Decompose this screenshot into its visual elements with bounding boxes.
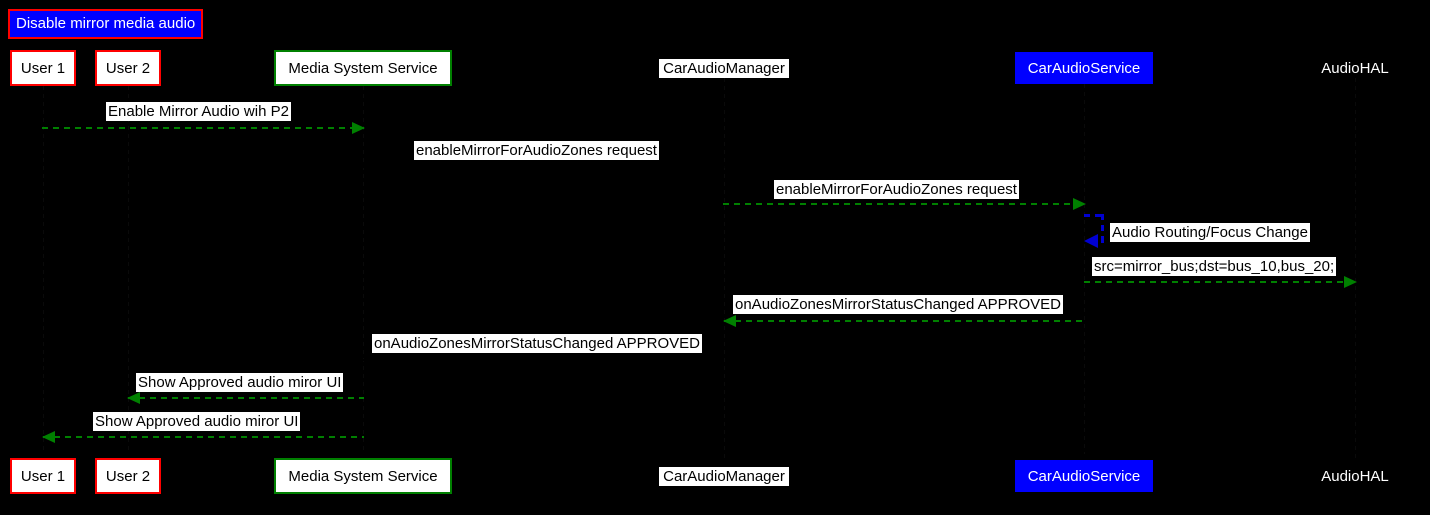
participant-audio-hal-top[interactable]: AudioHAL bbox=[1316, 59, 1394, 78]
lifeline-user1 bbox=[43, 86, 44, 452]
participant-user2-top[interactable]: User 2 bbox=[95, 50, 161, 86]
message-line bbox=[43, 436, 364, 438]
participant-label: CarAudioService bbox=[1027, 59, 1141, 77]
lifeline-audio-hal bbox=[1355, 78, 1356, 460]
arrowhead-left-icon bbox=[42, 431, 55, 443]
participant-label: AudioHAL bbox=[1321, 60, 1389, 77]
participant-label: CarAudioManager bbox=[663, 60, 785, 77]
participant-label: Media System Service bbox=[288, 467, 438, 485]
message-label-on-audio-zones-mirror-status-changed-cas-cam: onAudioZonesMirrorStatusChanged APPROVED bbox=[733, 295, 1064, 314]
message-label-show-approved-audio-miror-ui-user1: Show Approved audio miror UI bbox=[93, 412, 301, 431]
participant-label: CarAudioManager bbox=[663, 468, 785, 485]
message-line bbox=[363, 359, 725, 361]
message-line bbox=[42, 127, 364, 129]
diagram-title: Disable mirror media audio bbox=[8, 9, 204, 39]
participant-car-audio-manager-bottom[interactable]: CarAudioManager bbox=[659, 467, 789, 486]
message-label-on-audio-zones-mirror-status-changed-cam-mss: onAudioZonesMirrorStatusChanged APPROVED bbox=[372, 334, 703, 353]
participant-user2-bottom[interactable]: User 2 bbox=[95, 458, 161, 494]
message-label-enable-mirror-audio-wih-p2: Enable Mirror Audio wih P2 bbox=[106, 102, 291, 121]
arrowhead-right-icon bbox=[1073, 198, 1086, 210]
arrowhead-right-icon bbox=[1344, 276, 1357, 288]
participant-user1-bottom[interactable]: User 1 bbox=[10, 458, 76, 494]
participant-car-audio-service-top[interactable]: CarAudioService bbox=[1015, 52, 1153, 84]
participant-media-system-service-bottom[interactable]: Media System Service bbox=[274, 458, 452, 494]
participant-car-audio-manager-top[interactable]: CarAudioManager bbox=[659, 59, 789, 78]
arrowhead-left-icon bbox=[127, 392, 140, 404]
arrowhead-left-icon bbox=[362, 354, 375, 366]
sequence-diagram-canvas: Disable mirror media audio User 1 User 2… bbox=[0, 0, 1430, 515]
message-label-src-mirror-bus-dst: src=mirror_bus;dst=bus_10,bus_20; bbox=[1092, 257, 1337, 276]
message-line bbox=[723, 203, 1085, 205]
message-label-enable-mirror-for-audio-zones-request-cam-cas: enableMirrorForAudioZones request bbox=[774, 180, 1019, 199]
message-label-show-approved-audio-miror-ui-user2: Show Approved audio miror UI bbox=[136, 373, 344, 392]
participant-label: User 1 bbox=[20, 467, 66, 485]
message-line bbox=[128, 397, 364, 399]
participant-label: User 2 bbox=[105, 59, 151, 77]
participant-media-system-service-top[interactable]: Media System Service bbox=[274, 50, 452, 86]
message-label-enable-mirror-for-audio-zones-request-mss-cam: enableMirrorForAudioZones request bbox=[414, 141, 659, 160]
participant-label: User 1 bbox=[20, 59, 66, 77]
participant-label: Media System Service bbox=[288, 59, 438, 77]
participant-audio-hal-bottom[interactable]: AudioHAL bbox=[1316, 467, 1394, 486]
message-line bbox=[363, 166, 725, 168]
self-message-audio-routing-focus-change[interactable] bbox=[1084, 214, 1107, 248]
arrowhead-left-icon bbox=[723, 315, 736, 327]
message-line bbox=[724, 320, 1085, 322]
lifeline-car-audio-manager bbox=[724, 78, 725, 460]
participant-label: CarAudioService bbox=[1027, 467, 1141, 485]
arrowhead-right-icon bbox=[352, 122, 365, 134]
message-line bbox=[1084, 281, 1356, 283]
arrowhead-right-icon bbox=[713, 161, 726, 173]
arrowhead-left-icon bbox=[1084, 234, 1098, 248]
participant-car-audio-service-bottom[interactable]: CarAudioService bbox=[1015, 460, 1153, 492]
lifeline-car-audio-service bbox=[1084, 84, 1085, 454]
participant-label: AudioHAL bbox=[1321, 468, 1389, 485]
participant-user1-top[interactable]: User 1 bbox=[10, 50, 76, 86]
message-label-audio-routing-focus-change: Audio Routing/Focus Change bbox=[1110, 223, 1310, 242]
self-loop-right-segment bbox=[1101, 214, 1104, 243]
participant-label: User 2 bbox=[105, 467, 151, 485]
